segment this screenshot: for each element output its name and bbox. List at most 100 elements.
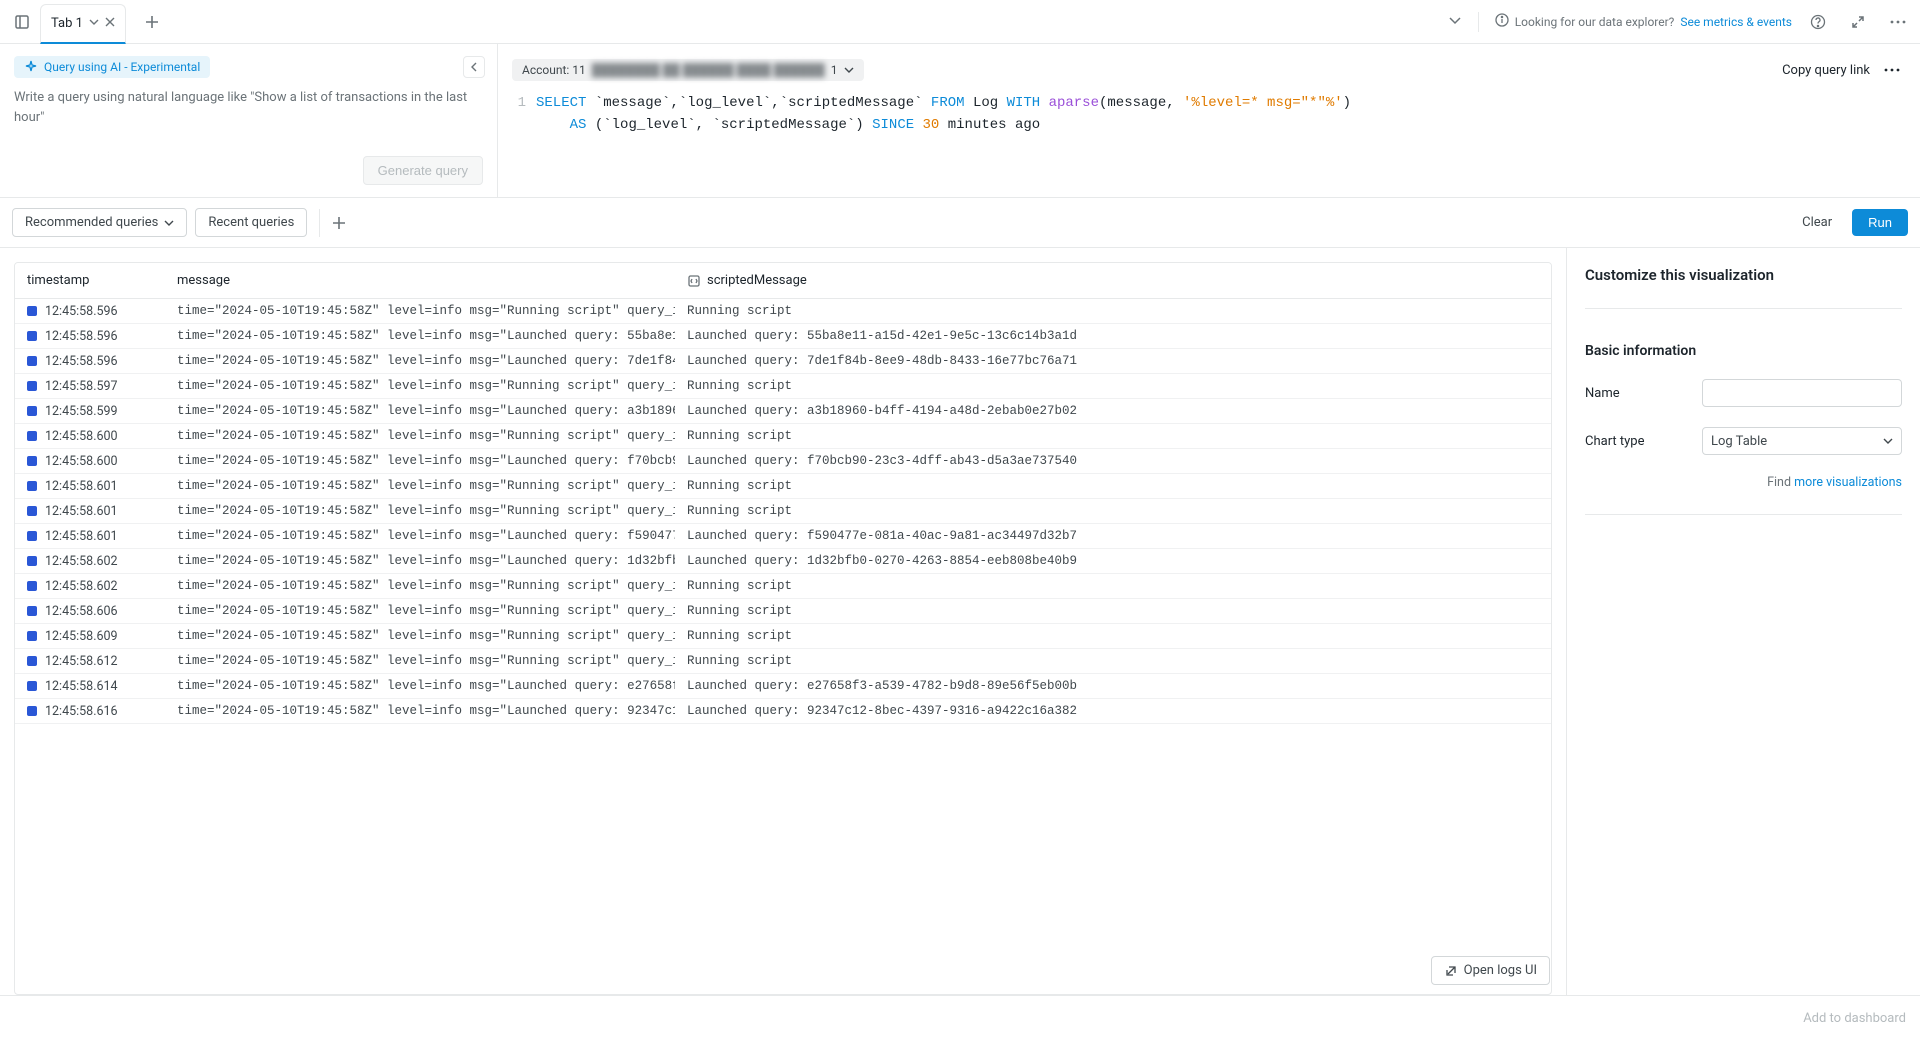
chevron-down-icon <box>164 218 174 228</box>
table-row[interactable]: 12:45:58.602time="2024-05-10T19:45:58Z" … <box>15 549 1551 574</box>
recommended-queries-label: Recommended queries <box>25 215 158 230</box>
table-row[interactable]: 12:45:58.596time="2024-05-10T19:45:58Z" … <box>15 299 1551 324</box>
sidebar-toggle-icon[interactable] <box>8 8 36 36</box>
log-table[interactable]: timestamp message scriptedMessage 12:45:… <box>14 262 1552 995</box>
col-timestamp[interactable]: timestamp <box>15 263 165 298</box>
query-topline: Account: 11 ████████ ██ ██████ ████ ████… <box>512 56 1906 84</box>
cell-message: time="2024-05-10T19:45:58Z" level=info m… <box>165 425 675 447</box>
run-button[interactable]: Run <box>1852 209 1908 236</box>
severity-dot-icon <box>27 306 37 316</box>
severity-dot-icon <box>27 531 37 541</box>
severity-dot-icon <box>27 381 37 391</box>
cell-message: time="2024-05-10T19:45:58Z" level=info m… <box>165 675 675 697</box>
copy-link-group: Copy query link <box>1782 56 1906 84</box>
divider <box>1478 12 1479 32</box>
footer: Add to dashboard <box>0 995 1920 1041</box>
severity-dot-icon <box>27 331 37 341</box>
chevron-down-icon[interactable] <box>1448 13 1462 31</box>
cell-scriptedMessage: Running script <box>675 500 1551 522</box>
explorer-hint-link[interactable]: See metrics & events <box>1680 15 1792 29</box>
recommended-queries[interactable]: Recommended queries <box>12 208 187 237</box>
generate-button[interactable]: Generate query <box>363 156 483 185</box>
tab-query-1[interactable]: Tab 1 <box>40 4 126 44</box>
cell-scriptedMessage: Running script <box>675 625 1551 647</box>
severity-dot-icon <box>27 606 37 616</box>
customize-title: Customize this visualization <box>1585 266 1902 284</box>
cell-message: time="2024-05-10T19:45:58Z" level=info m… <box>165 700 675 722</box>
add-query-button[interactable] <box>319 209 347 237</box>
collapse-panel-icon[interactable] <box>463 56 485 78</box>
cell-timestamp: 12:45:58.601 <box>15 500 165 523</box>
cell-message: time="2024-05-10T19:45:58Z" level=info m… <box>165 525 675 547</box>
table-row[interactable]: 12:45:58.596time="2024-05-10T19:45:58Z" … <box>15 349 1551 374</box>
cell-timestamp: 12:45:58.614 <box>15 675 165 698</box>
table-row[interactable]: 12:45:58.600time="2024-05-10T19:45:58Z" … <box>15 424 1551 449</box>
more-icon[interactable] <box>1878 56 1906 84</box>
chart-type-select[interactable]: Log Table <box>1702 427 1902 455</box>
table-row[interactable]: 12:45:58.601time="2024-05-10T19:45:58Z" … <box>15 474 1551 499</box>
table-row[interactable]: 12:45:58.609time="2024-05-10T19:45:58Z" … <box>15 624 1551 649</box>
clear-button[interactable]: Clear <box>1792 209 1842 236</box>
severity-dot-icon <box>27 656 37 666</box>
col-scriptedMessage[interactable]: scriptedMessage <box>675 263 1551 298</box>
cell-timestamp: 12:45:58.596 <box>15 300 165 323</box>
controls-row: Recommended queries Recent queries Clear… <box>0 198 1920 248</box>
account-suffix: 1 <box>831 63 838 77</box>
query-editor[interactable]: 1 SELECT `message`,`log_level`,`scripted… <box>512 92 1906 137</box>
table-row[interactable]: 12:45:58.614time="2024-05-10T19:45:58Z" … <box>15 674 1551 699</box>
table-row[interactable]: 12:45:58.601time="2024-05-10T19:45:58Z" … <box>15 524 1551 549</box>
cell-timestamp: 12:45:58.612 <box>15 650 165 673</box>
close-icon[interactable] <box>105 16 115 31</box>
severity-dot-icon <box>27 431 37 441</box>
cell-scriptedMessage: Running script <box>675 650 1551 672</box>
query-editor-panel: Account: 11 ████████ ██ ██████ ████ ████… <box>498 44 1920 197</box>
cell-message: time="2024-05-10T19:45:58Z" level=info m… <box>165 350 675 372</box>
table-row[interactable]: 12:45:58.602time="2024-05-10T19:45:58Z" … <box>15 574 1551 599</box>
external-icon <box>1444 964 1458 978</box>
help-icon[interactable] <box>1804 8 1832 36</box>
cell-scriptedMessage: Launched query: 7de1f84b-8ee9-48db-8433-… <box>675 350 1551 372</box>
table-row[interactable]: 12:45:58.599time="2024-05-10T19:45:58Z" … <box>15 399 1551 424</box>
recent-queries-label: Recent queries <box>208 215 294 230</box>
cell-timestamp: 12:45:58.609 <box>15 625 165 648</box>
add-tab-button[interactable] <box>136 6 168 38</box>
cell-timestamp: 12:45:58.599 <box>15 400 165 423</box>
query-code[interactable]: SELECT `message`,`log_level`,`scriptedMe… <box>536 92 1351 137</box>
name-input[interactable] <box>1702 379 1902 407</box>
severity-dot-icon <box>27 556 37 566</box>
table-row[interactable]: 12:45:58.597time="2024-05-10T19:45:58Z" … <box>15 374 1551 399</box>
cell-scriptedMessage: Launched query: e27658f3-a539-4782-b9d8-… <box>675 675 1551 697</box>
table-row[interactable]: 12:45:58.616time="2024-05-10T19:45:58Z" … <box>15 699 1551 724</box>
account-selector[interactable]: Account: 11 ████████ ██ ██████ ████ ████… <box>512 59 864 81</box>
topbar-left: Tab 1 <box>8 0 168 44</box>
cell-timestamp: 12:45:58.606 <box>15 600 165 623</box>
add-to-dashboard[interactable]: Add to dashboard <box>1803 1011 1906 1026</box>
table-row[interactable]: 12:45:58.600time="2024-05-10T19:45:58Z" … <box>15 449 1551 474</box>
table-row[interactable]: 12:45:58.596time="2024-05-10T19:45:58Z" … <box>15 324 1551 349</box>
find-more: Find more visualizations <box>1585 475 1902 490</box>
ai-badge-label: Query using AI - Experimental <box>44 60 200 74</box>
cell-message: time="2024-05-10T19:45:58Z" level=info m… <box>165 500 675 522</box>
collapse-icon[interactable] <box>1844 8 1872 36</box>
more-icon[interactable] <box>1884 8 1912 36</box>
table-row[interactable]: 12:45:58.601time="2024-05-10T19:45:58Z" … <box>15 499 1551 524</box>
table-row[interactable]: 12:45:58.606time="2024-05-10T19:45:58Z" … <box>15 599 1551 624</box>
cell-timestamp: 12:45:58.596 <box>15 350 165 373</box>
col-message[interactable]: message <box>165 263 675 298</box>
basic-info-title: Basic information <box>1585 343 1902 359</box>
cell-scriptedMessage: Running script <box>675 375 1551 397</box>
severity-dot-icon <box>27 681 37 691</box>
cell-scriptedMessage: Running script <box>675 575 1551 597</box>
find-more-link[interactable]: more visualizations <box>1794 475 1902 490</box>
cell-message: time="2024-05-10T19:45:58Z" level=info m… <box>165 600 675 622</box>
cell-message: time="2024-05-10T19:45:58Z" level=info m… <box>165 575 675 597</box>
ai-input[interactable]: Write a query using natural language lik… <box>14 88 483 127</box>
divider <box>1585 514 1902 515</box>
table-row[interactable]: 12:45:58.612time="2024-05-10T19:45:58Z" … <box>15 649 1551 674</box>
copy-query-link[interactable]: Copy query link <box>1782 63 1870 78</box>
cell-timestamp: 12:45:58.596 <box>15 325 165 348</box>
cell-timestamp: 12:45:58.602 <box>15 550 165 573</box>
recent-queries[interactable]: Recent queries <box>195 208 307 237</box>
open-logs-ui-button[interactable]: Open logs UI <box>1431 956 1550 985</box>
chevron-down-icon[interactable] <box>89 16 99 31</box>
